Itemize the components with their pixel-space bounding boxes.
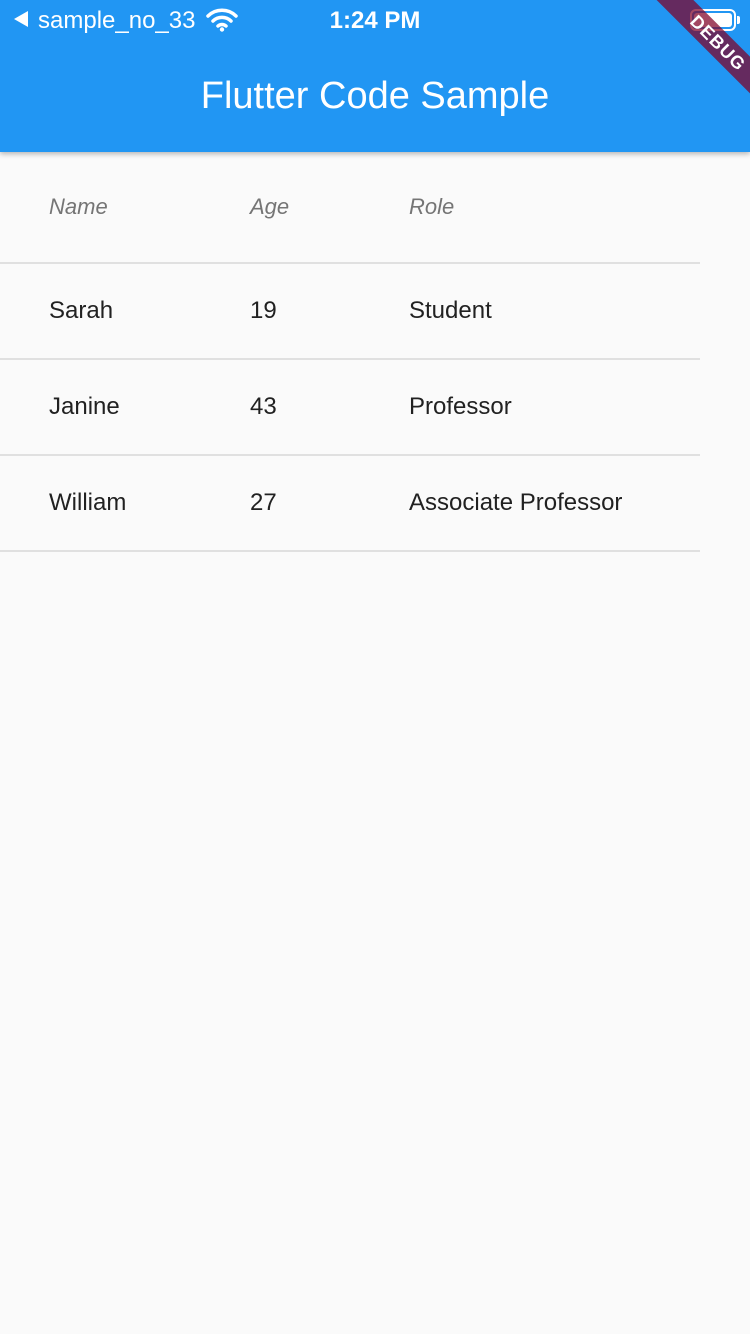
table-header-row: Name Age Role [0,152,700,264]
cell-role: Student [409,297,492,324]
column-header-name[interactable]: Name [49,152,108,262]
cell-role: Professor [409,393,512,420]
cell-age: 43 [250,393,277,420]
column-header-role[interactable]: Role [409,152,454,262]
app-screen: sample_no_33 1:24 PM Flutter Code Sample… [0,0,750,1334]
column-header-age[interactable]: Age [250,152,289,262]
cell-age: 27 [250,489,277,516]
page-title: Flutter Code Sample [200,75,550,117]
data-table: Name Age Role Sarah 19 Student Janine 43… [0,152,700,552]
table-row[interactable]: Sarah 19 Student [0,264,700,360]
cell-age: 19 [250,297,277,324]
app-bar: sample_no_33 1:24 PM Flutter Code Sample [0,0,750,152]
status-time: 1:24 PM [329,7,421,34]
table-row[interactable]: Janine 43 Professor [0,360,700,456]
battery-tip-icon [737,16,740,24]
cell-name: William [49,489,127,516]
table-row[interactable]: William 27 Associate Professor [0,456,700,552]
cell-name: Sarah [49,297,114,324]
status-bar: sample_no_33 1:24 PM [0,0,750,40]
cell-role: Associate Professor [409,489,623,516]
cell-name: Janine [49,393,120,420]
